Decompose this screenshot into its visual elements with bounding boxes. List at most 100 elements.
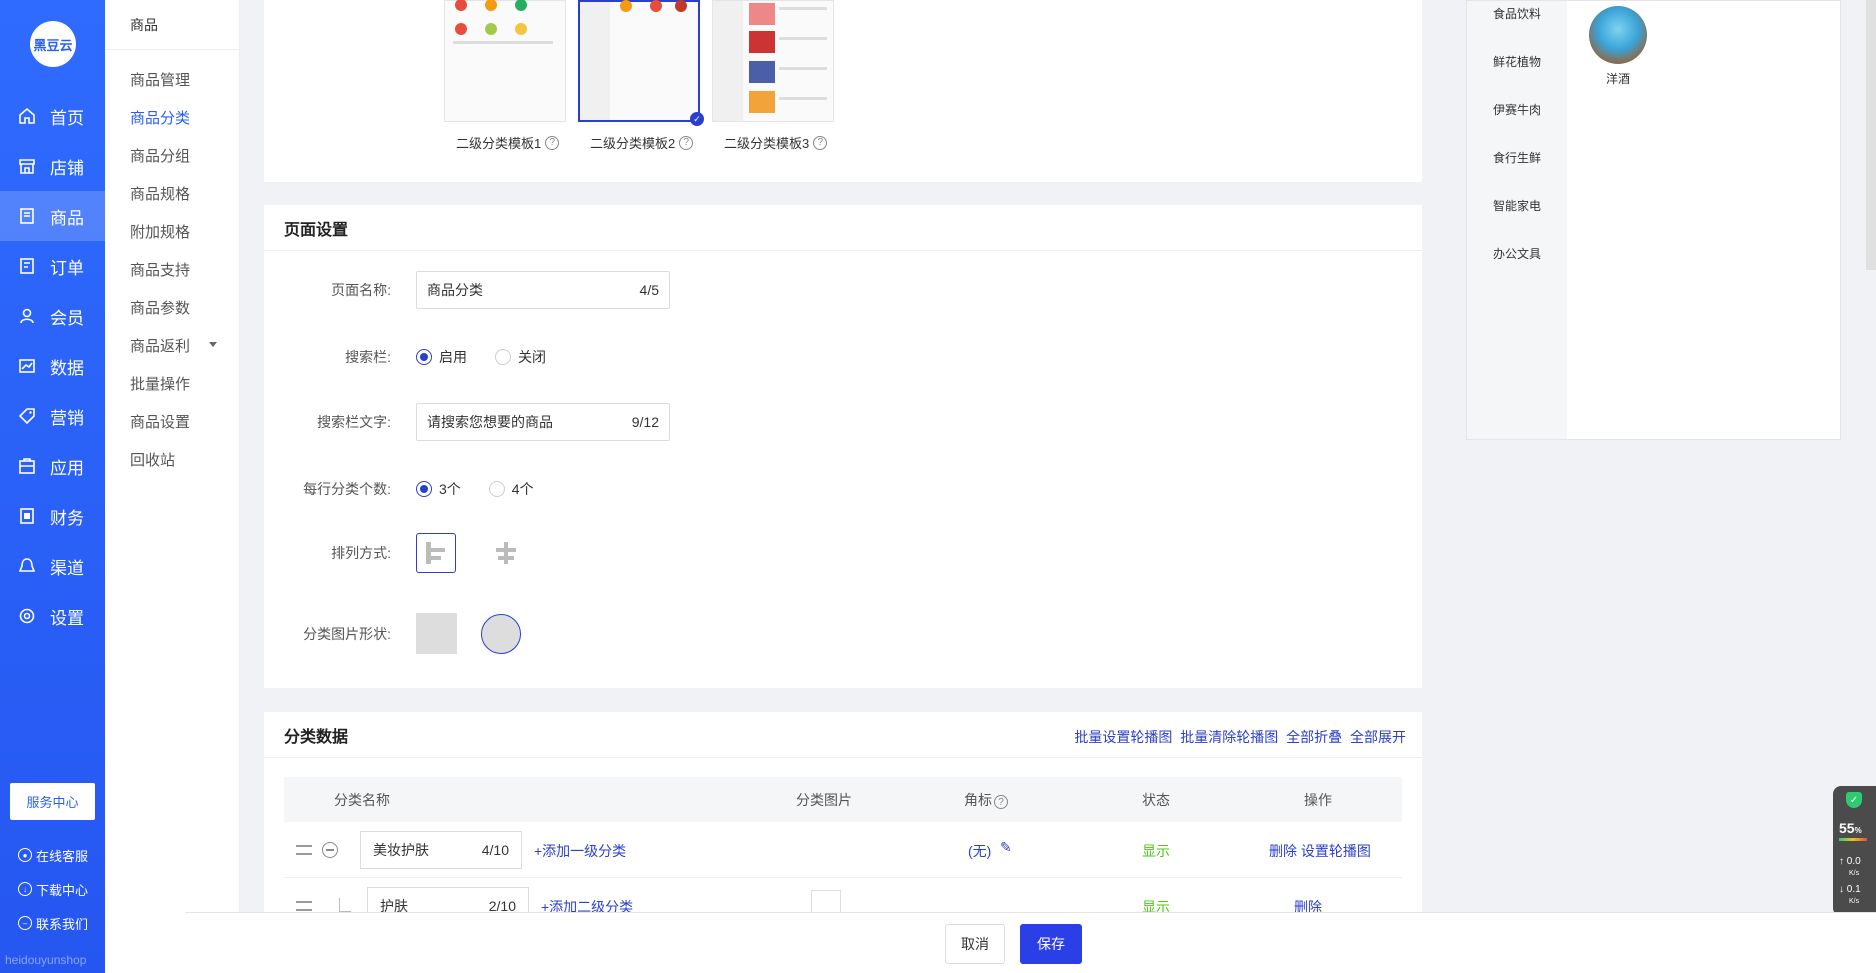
brand-domain: heidouyunshop bbox=[5, 953, 87, 967]
input-value: 请搜索您想要的商品 bbox=[427, 414, 553, 430]
collapse-icon[interactable] bbox=[322, 842, 338, 858]
page-scrollbar[interactable] bbox=[1866, 0, 1876, 270]
thumb-dot bbox=[675, 0, 687, 12]
nav-label: 设置 bbox=[50, 608, 84, 628]
preview-category-item[interactable]: 食品饮料 bbox=[1467, 0, 1567, 37]
template-label-text: 二级分类模板2 bbox=[590, 136, 676, 151]
side-links: ● 在线客服 ↓ 下载中心 – 联系我们 bbox=[18, 838, 88, 940]
template-thumbnail-2[interactable]: ✓ bbox=[578, 0, 704, 126]
row-ops[interactable]: 删除 设置轮播图 bbox=[1269, 841, 1371, 861]
submenu-item-goods-support[interactable]: 商品支持 bbox=[105, 250, 239, 288]
badge-value[interactable]: (无) bbox=[968, 841, 991, 861]
help-icon[interactable]: ? bbox=[679, 135, 694, 150]
nav-item-member[interactable]: 会员 bbox=[0, 291, 105, 341]
template-label-1[interactable]: 二级分类模板1? bbox=[456, 133, 560, 152]
submenu-item-batch-ops[interactable]: 批量操作 bbox=[105, 364, 239, 402]
template-label-text: 二级分类模板3 bbox=[724, 136, 810, 151]
nav-label: 应用 bbox=[50, 458, 84, 478]
submenu-item-goods-params[interactable]: 商品参数 bbox=[105, 288, 239, 326]
per-row-3-radio[interactable]: 3个 bbox=[416, 479, 461, 499]
thumb-image bbox=[749, 31, 775, 53]
search-text-input[interactable]: 请搜索您想要的商品 9/12 bbox=[416, 403, 670, 441]
submenu-item-goods-settings[interactable]: 商品设置 bbox=[105, 402, 239, 440]
category-name-input[interactable]: 美妆护肤 4/10 bbox=[360, 831, 522, 869]
network-speed-widget[interactable]: ✓ 55% ↑ 0.0 K/s ↓ 0.1 K/s bbox=[1833, 786, 1876, 916]
preview-category-item[interactable]: 食行生鲜 bbox=[1467, 133, 1567, 181]
cancel-button[interactable]: 取消 bbox=[945, 924, 1005, 964]
nav-item-channel[interactable]: 渠道 bbox=[0, 541, 105, 591]
submenu-item-extra-spec[interactable]: 附加规格 bbox=[105, 212, 239, 250]
column-header-label: 角标 bbox=[964, 791, 992, 808]
align-left-layout-icon[interactable] bbox=[416, 533, 456, 573]
online-support-link[interactable]: ● 在线客服 bbox=[18, 838, 88, 872]
link-label: 下载中心 bbox=[36, 882, 89, 898]
preview-product[interactable]: 洋酒 bbox=[1589, 6, 1647, 87]
submenu-item-recycle-bin[interactable]: 回收站 bbox=[105, 440, 239, 478]
save-button[interactable]: 保存 bbox=[1020, 924, 1082, 964]
template-label-2[interactable]: 二级分类模板2? bbox=[590, 133, 694, 152]
goods-submenu: 商品 商品管理 商品分类 商品分组 商品规格 附加规格 商品支持 商品参数 商品… bbox=[105, 0, 240, 973]
help-icon[interactable]: ? bbox=[994, 795, 1008, 809]
collapse-all-link[interactable]: 全部折叠 bbox=[1286, 729, 1342, 745]
nav-label: 首页 bbox=[50, 108, 84, 128]
nav-item-apps[interactable]: 应用 bbox=[0, 441, 105, 491]
edit-icon[interactable]: ✎ bbox=[1000, 839, 1012, 856]
form-label: 页面名称: bbox=[331, 282, 391, 298]
page-name-input[interactable]: 商品分类 4/5 bbox=[416, 271, 670, 309]
thumb-dot bbox=[650, 0, 662, 12]
submenu-item-goods-rebate[interactable]: 商品返利 bbox=[105, 326, 239, 364]
per-row-4-radio[interactable]: 4个 bbox=[488, 479, 534, 499]
service-center-button[interactable]: 服务中心 bbox=[10, 783, 95, 820]
finance-icon bbox=[18, 507, 36, 525]
thumb-line bbox=[779, 97, 827, 100]
contact-us-link[interactable]: – 联系我们 bbox=[18, 906, 88, 940]
circle-shape-option[interactable] bbox=[481, 613, 521, 654]
preview-category-item[interactable]: 办公文具 bbox=[1467, 229, 1567, 277]
submenu-item-goods-category[interactable]: 商品分类 bbox=[105, 98, 239, 136]
nav-item-settings[interactable]: 设置 bbox=[0, 591, 105, 641]
expand-all-link[interactable]: 全部展开 bbox=[1350, 729, 1406, 745]
speed-percent-value: 55 bbox=[1839, 820, 1855, 836]
thumb-dot bbox=[485, 0, 497, 11]
brand-logo[interactable]: 黑豆云 bbox=[30, 21, 76, 67]
nav-item-finance[interactable]: 财务 bbox=[0, 491, 105, 541]
batch-clear-carousel-link[interactable]: 批量清除轮播图 bbox=[1180, 729, 1278, 745]
square-shape-option[interactable] bbox=[416, 613, 457, 654]
template-label-3[interactable]: 二级分类模板3? bbox=[724, 133, 828, 152]
nav-item-home[interactable]: 首页 bbox=[0, 91, 105, 141]
category-actions: 批量设置轮播图 批量清除轮播图 全部折叠 全部展开 bbox=[1070, 727, 1406, 747]
drag-handle-icon[interactable] bbox=[296, 845, 312, 855]
search-bar-enable-radio[interactable]: 启用 bbox=[416, 347, 467, 367]
nav-item-store[interactable]: 店铺 bbox=[0, 141, 105, 191]
drag-handle-icon[interactable] bbox=[296, 901, 312, 911]
search-bar-disable-radio[interactable]: 关闭 bbox=[495, 347, 546, 367]
submenu-item-goods-spec[interactable]: 商品规格 bbox=[105, 174, 239, 212]
table-row: 美妆护肤 4/10 +添加一级分类 (无) ✎ 显示 删除 设置轮播图 bbox=[284, 822, 1402, 878]
align-center-layout-icon[interactable] bbox=[486, 533, 526, 573]
status-visible[interactable]: 显示 bbox=[1142, 841, 1170, 861]
support-icon: ● bbox=[18, 848, 32, 862]
submenu-item-goods-group[interactable]: 商品分组 bbox=[105, 136, 239, 174]
nav-item-marketing[interactable]: 营销 bbox=[0, 391, 105, 441]
submenu-list: 商品管理 商品分类 商品分组 商品规格 附加规格 商品支持 商品参数 商品返利 … bbox=[105, 50, 239, 478]
preview-category-item[interactable]: 智能家电 bbox=[1467, 181, 1567, 229]
template-thumbnail-3[interactable] bbox=[712, 0, 834, 122]
preview-category-item[interactable]: 伊赛牛肉 bbox=[1467, 85, 1567, 133]
radio-circle bbox=[495, 349, 511, 365]
thumb-line bbox=[453, 41, 553, 44]
submenu-label: 商品返利 bbox=[130, 337, 191, 355]
user-icon bbox=[18, 307, 36, 325]
add-level1-category-link[interactable]: +添加一级分类 bbox=[534, 841, 626, 861]
upload-value: 0.0 bbox=[1846, 856, 1861, 867]
batch-set-carousel-link[interactable]: 批量设置轮播图 bbox=[1074, 729, 1172, 745]
nav-item-order[interactable]: 订单 bbox=[0, 241, 105, 291]
nav-item-data[interactable]: 数据 bbox=[0, 341, 105, 391]
chart-icon bbox=[18, 357, 36, 375]
nav-item-goods[interactable]: 商品 bbox=[0, 191, 105, 241]
download-center-link[interactable]: ↓ 下载中心 bbox=[18, 872, 88, 906]
help-icon[interactable]: ? bbox=[813, 135, 828, 150]
help-icon[interactable]: ? bbox=[545, 135, 560, 150]
template-thumbnail-1[interactable] bbox=[444, 0, 566, 122]
preview-category-item[interactable]: 鲜花植物 bbox=[1467, 37, 1567, 85]
submenu-item-goods-manage[interactable]: 商品管理 bbox=[105, 60, 239, 98]
